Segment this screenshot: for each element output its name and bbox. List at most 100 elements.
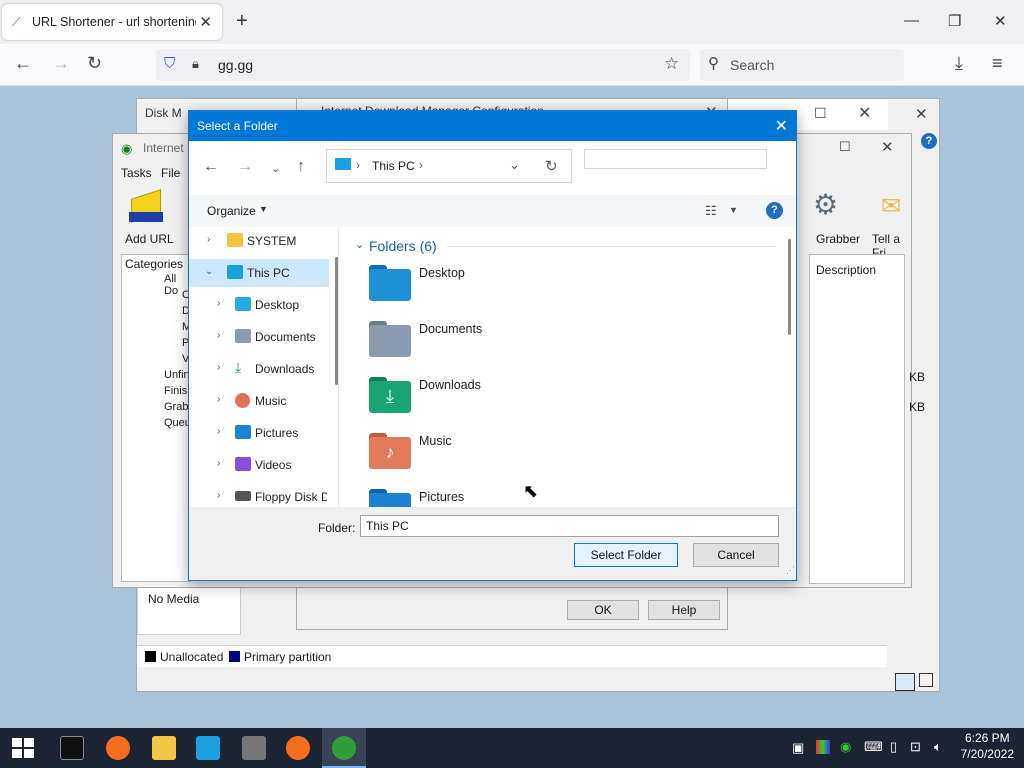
add-url-icon[interactable]: [125, 189, 169, 230]
command-bar: Organize ▼ ☷ ▼ ?: [189, 195, 796, 227]
cancel-button[interactable]: Cancel: [693, 543, 779, 567]
idm-taskbar-button[interactable]: [322, 728, 366, 768]
content-scrollbar[interactable]: [788, 239, 791, 335]
url-text[interactable]: gg.gg: [218, 57, 253, 73]
search-placeholder[interactable]: Search: [730, 57, 774, 73]
add-url-label[interactable]: Add URL: [125, 232, 174, 246]
grabber-label[interactable]: Grabber: [816, 232, 860, 246]
maximize-icon[interactable]: ☐: [814, 105, 827, 122]
tree-item-videos[interactable]: › Videos: [189, 451, 329, 479]
expand-chevron-icon[interactable]: ›: [217, 298, 220, 309]
menu-file[interactable]: File: [161, 166, 180, 180]
expand-chevron-icon[interactable]: ›: [207, 234, 210, 245]
organize-dropdown-icon[interactable]: ▼: [259, 204, 268, 214]
expand-chevron-icon[interactable]: ›: [217, 330, 220, 341]
address-bar[interactable]: › This PC › ⌄ ↻: [326, 149, 572, 183]
terminal-icon[interactable]: [60, 736, 84, 760]
breadcrumb-chevron-icon[interactable]: ›: [419, 158, 423, 172]
group-header[interactable]: Folders (6): [369, 238, 437, 254]
resize-grip-icon[interactable]: ⋰: [786, 565, 795, 576]
lock-icon[interactable]: 🔒︎: [192, 56, 199, 72]
category-item[interactable]: Grabl: [164, 401, 191, 413]
breadcrumb-location[interactable]: This PC: [372, 159, 415, 173]
browser-tab[interactable]: ⟋ URL Shortener - url shortening ✕: [2, 4, 222, 40]
close-icon[interactable]: ✕: [858, 103, 871, 123]
disk-management-icon[interactable]: [242, 736, 266, 760]
tree-item-desktop[interactable]: › Desktop: [189, 291, 329, 319]
downloads-icon[interactable]: ⤓: [955, 53, 963, 74]
tree-item-downloads[interactable]: › ⤓ Downloads: [189, 355, 329, 383]
forward-icon[interactable]: →: [237, 158, 253, 176]
folder-input-value[interactable]: This PC: [366, 519, 409, 533]
folder-item-music[interactable]: ♪ Music: [369, 431, 669, 475]
view-dropdown-icon[interactable]: ▼: [729, 205, 738, 215]
back-icon[interactable]: ←: [203, 158, 219, 176]
color-tray-icon[interactable]: [816, 740, 830, 754]
start-windows-icon[interactable]: [12, 738, 34, 758]
network-adapter-icon[interactable]: ▣: [792, 740, 804, 756]
idm-tray-icon[interactable]: ◉: [840, 739, 851, 755]
file-explorer-icon[interactable]: [152, 736, 176, 760]
organize-button[interactable]: Organize: [207, 204, 256, 218]
expand-chevron-icon[interactable]: ›: [217, 490, 220, 501]
keyboard-icon[interactable]: ⌨: [864, 739, 883, 755]
maximize-icon[interactable]: ☐: [839, 139, 851, 155]
help-icon[interactable]: ?: [921, 133, 937, 149]
menu-tasks[interactable]: Tasks: [121, 166, 152, 180]
detail-view-icon[interactable]: [919, 673, 933, 687]
back-icon[interactable]: ←: [14, 53, 32, 74]
forward-icon[interactable]: →: [52, 53, 70, 74]
select-folder-button[interactable]: Select Folder: [574, 543, 678, 567]
folder-item-pictures[interactable]: Pictures: [369, 487, 669, 507]
network-icon[interactable]: ⊡: [910, 739, 921, 755]
ok-button[interactable]: OK: [567, 600, 639, 620]
reload-icon[interactable]: ↻: [87, 53, 102, 74]
close-window-icon[interactable]: ✕: [994, 12, 1007, 30]
close-tab-icon[interactable]: ✕: [199, 13, 212, 31]
up-icon[interactable]: ↑: [297, 158, 305, 176]
folder-item-documents[interactable]: Documents: [369, 319, 669, 363]
collapse-chevron-icon[interactable]: ⌄: [205, 266, 213, 277]
tell-friend-icon[interactable]: ✉: [881, 192, 901, 221]
bookmark-star-icon[interactable]: ☆: [664, 54, 679, 74]
shield-icon[interactable]: ⛉: [164, 55, 175, 72]
view-options-icon[interactable]: ☷: [705, 203, 717, 219]
monitor-icon[interactable]: [196, 736, 220, 760]
dialog-search-input[interactable]: [584, 149, 767, 169]
minimize-icon[interactable]: —: [904, 12, 919, 29]
tree-item-pictures[interactable]: › Pictures: [189, 419, 329, 447]
expand-chevron-icon[interactable]: ›: [217, 362, 220, 373]
tree-item-music[interactable]: › Music: [189, 387, 329, 415]
folder-item-desktop[interactable]: Desktop: [369, 263, 669, 307]
clock[interactable]: 6:26 PM 7/20/2022: [961, 731, 1014, 761]
volume-muted-icon[interactable]: 🔈︎: [934, 739, 942, 755]
expand-chevron-icon[interactable]: ›: [217, 394, 220, 405]
help-button[interactable]: Help: [648, 600, 720, 620]
tree-item-this-pc[interactable]: ⌄ This PC: [189, 259, 329, 287]
firefox-icon[interactable]: [286, 736, 310, 760]
expand-chevron-icon[interactable]: ›: [217, 458, 220, 469]
grabber-icon[interactable]: ⚙: [813, 188, 838, 221]
menu-icon[interactable]: ≡: [992, 53, 1003, 74]
refresh-icon[interactable]: ↻: [545, 157, 558, 175]
list-view-icon[interactable]: [895, 673, 915, 691]
firefox-icon[interactable]: [106, 736, 130, 760]
usb-icon[interactable]: ▯: [890, 739, 897, 755]
tree-item-documents[interactable]: › Documents: [189, 323, 329, 351]
close-icon[interactable]: ✕: [881, 138, 894, 156]
category-item[interactable]: Unfin: [164, 369, 190, 381]
recent-chevron-icon[interactable]: ⌄: [271, 162, 280, 175]
folder-input[interactable]: This PC: [360, 515, 779, 537]
new-tab-icon[interactable]: +: [236, 10, 248, 33]
restore-icon[interactable]: ❐: [948, 12, 961, 30]
tree-item-label: Floppy Disk D: [255, 490, 327, 504]
address-dropdown-icon[interactable]: ⌄: [509, 157, 520, 173]
help-icon[interactable]: ?: [766, 202, 783, 219]
folder-item-downloads[interactable]: ⤓ Downloads: [369, 375, 669, 419]
dialog-close-icon[interactable]: ✕: [775, 116, 788, 136]
tree-item-system[interactable]: › SYSTEM: [189, 227, 329, 255]
expand-chevron-icon[interactable]: ›: [217, 426, 220, 437]
group-collapse-icon[interactable]: ⌄: [355, 238, 364, 251]
close-icon[interactable]: ✕: [915, 105, 928, 123]
category-item[interactable]: Queu: [164, 417, 191, 429]
